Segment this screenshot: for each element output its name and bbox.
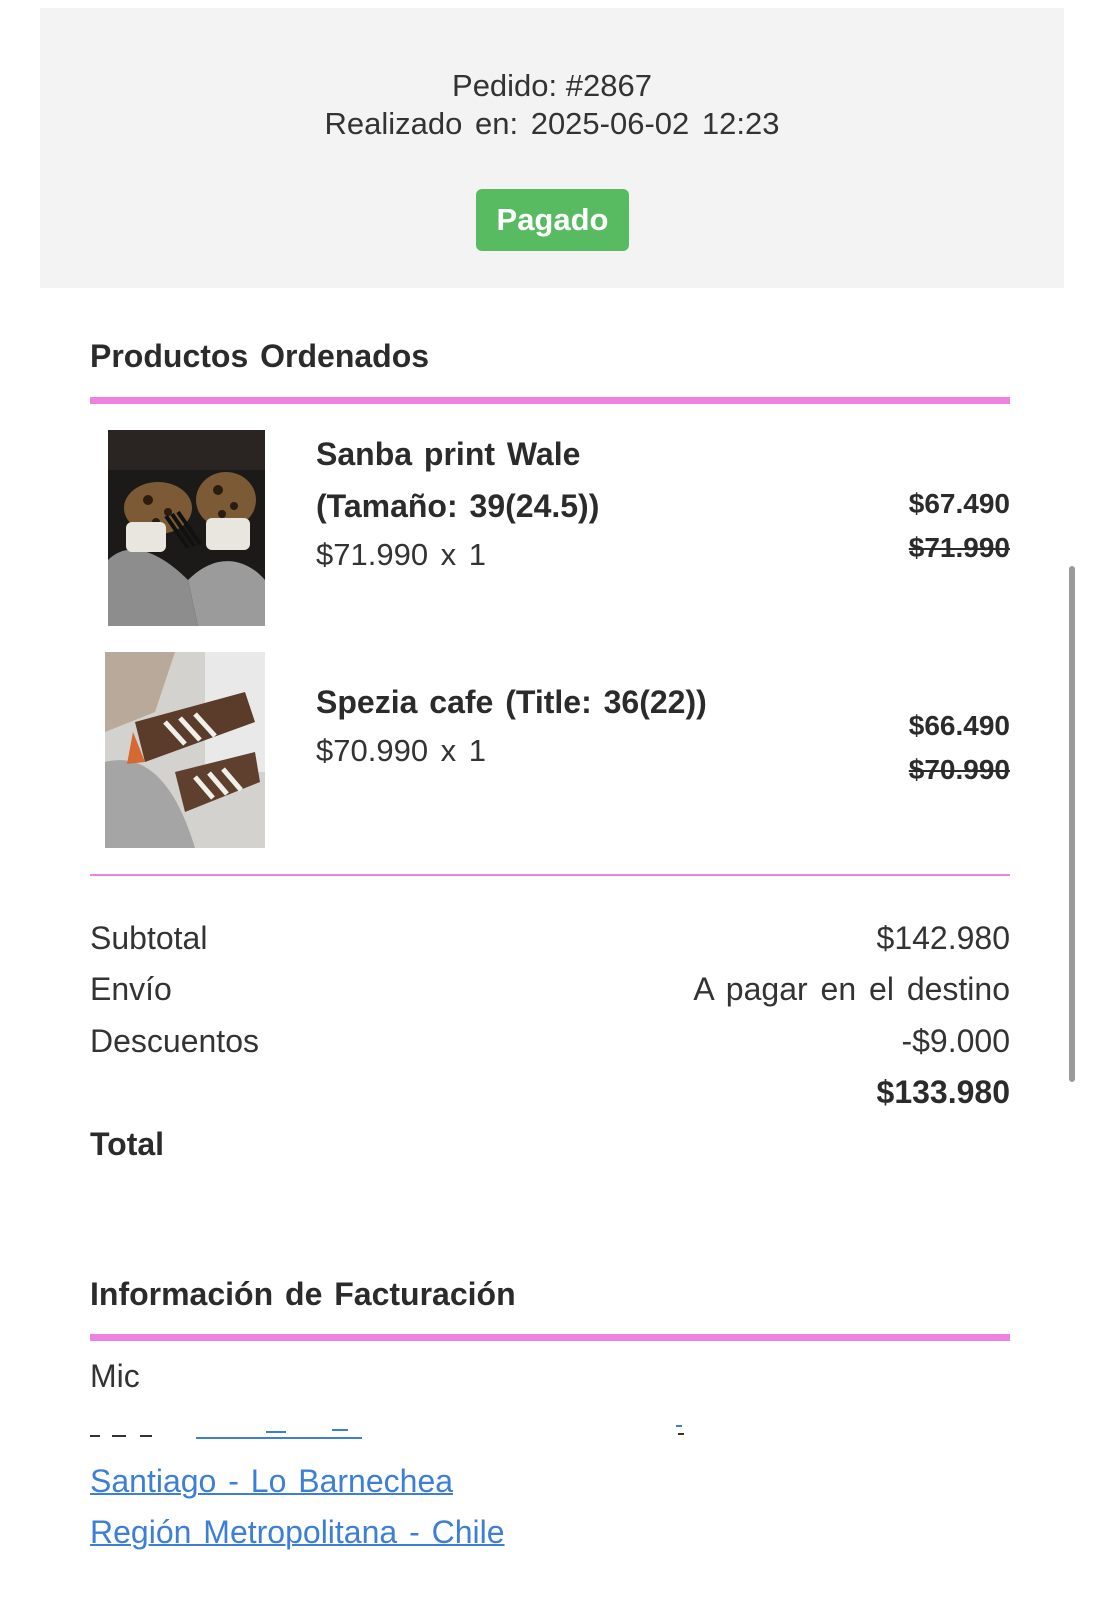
product-name-1-line2: (Tamaño: 39(24.5)) — [316, 488, 600, 524]
product-image-2 — [105, 652, 265, 848]
products-divider-top — [90, 397, 1010, 404]
shipping-label: Envío — [90, 971, 172, 1007]
billing-name-partial: Mic — [90, 1358, 140, 1394]
subtotal-label: Subtotal — [90, 920, 208, 956]
discounts-value: -$9.000 — [901, 1023, 1010, 1059]
total-value: $133.980 — [876, 1074, 1010, 1110]
discounts-label: Descuentos — [90, 1023, 259, 1059]
order-date: Realizado en: 2025-06-02 12:23 — [324, 106, 780, 141]
billing-divider — [90, 1334, 1010, 1341]
product-qty-1: $71.990 x 1 — [316, 537, 487, 572]
scrollbar-thumb[interactable] — [1069, 566, 1075, 1082]
product-qty-2: $70.990 x 1 — [316, 733, 487, 768]
product-name-1-line1: Sanba print Wale — [316, 436, 581, 472]
redacted-address-fragment-icon — [90, 1425, 684, 1439]
status-badge: Pagado — [476, 189, 629, 251]
shipping-value: A pagar en el destino — [693, 971, 1010, 1007]
product-sale-price-1: $67.490 — [908, 488, 1010, 519]
product-original-price-2: $70.990 — [908, 754, 1010, 785]
products-divider-bottom — [90, 874, 1010, 876]
order-header-card: Pedido: #2867 Realizado en: 2025-06-02 1… — [40, 8, 1064, 288]
subtotal-value: $142.980 — [876, 920, 1010, 956]
total-label: Total — [90, 1126, 165, 1162]
billing-region-link[interactable]: Región Metropolitana - Chile — [90, 1514, 505, 1551]
product-image-1 — [108, 430, 265, 626]
order-number: Pedido: #2867 — [452, 68, 652, 103]
sneaker-photo-brown-icon — [105, 652, 265, 848]
sneaker-photo-leopard-icon — [108, 430, 265, 626]
product-original-price-1: $71.990 — [908, 532, 1010, 563]
billing-section-title: Información de Facturación — [90, 1276, 516, 1312]
redaction-mask-name — [148, 1362, 1008, 1406]
billing-city-link[interactable]: Santiago - Lo Barnechea — [90, 1463, 453, 1500]
product-sale-price-2: $66.490 — [908, 710, 1010, 741]
product-name-2: Spezia cafe (Title: 36(22)) — [316, 684, 707, 720]
products-section-title: Productos Ordenados — [90, 338, 430, 374]
